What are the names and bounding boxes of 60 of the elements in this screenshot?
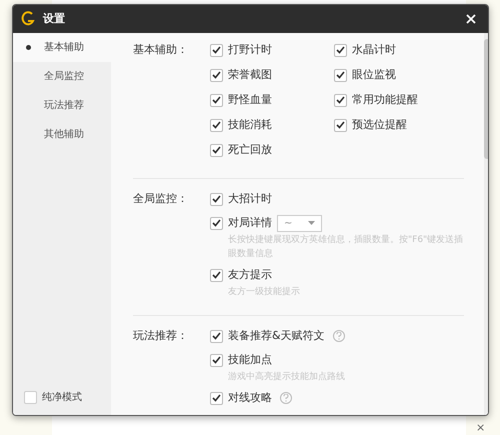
option-label: 对局详情 xyxy=(228,214,272,231)
checkmark-icon xyxy=(212,394,221,402)
checkmark-icon xyxy=(212,356,221,364)
window-title: 设置 xyxy=(43,10,65,27)
option-label: 装备推荐&天赋符文 xyxy=(228,328,325,344)
checkmark-icon xyxy=(336,71,345,79)
close-icon[interactable] xyxy=(466,14,476,24)
option-label: 眼位监视 xyxy=(352,66,396,83)
checkmark-icon xyxy=(212,219,221,227)
section-title: 基本辅助： xyxy=(133,42,189,58)
checkbox[interactable] xyxy=(210,216,223,230)
caret-icon xyxy=(308,221,315,225)
checkbox[interactable] xyxy=(210,392,223,404)
bullet-icon xyxy=(26,45,31,50)
checkbox[interactable] xyxy=(210,354,223,366)
option-label: 水晶计时 xyxy=(352,42,396,58)
checkmark-icon xyxy=(212,146,221,154)
option-label: 友方提示 xyxy=(228,266,272,283)
checkbox[interactable] xyxy=(334,94,347,106)
section-title: 玩法推荐： xyxy=(133,328,189,344)
section-title: 全局监控： xyxy=(133,190,189,207)
checkbox[interactable] xyxy=(334,44,347,56)
checkmark-icon xyxy=(212,121,221,129)
option-label: 技能加点 xyxy=(228,352,272,368)
checkmark-icon xyxy=(212,271,221,279)
checkmark-icon xyxy=(336,46,345,54)
checkmark-icon xyxy=(212,332,221,340)
checkbox[interactable] xyxy=(210,268,223,282)
checkmark-icon xyxy=(212,46,221,54)
sidebar-item[interactable]: 全局监控 xyxy=(13,62,111,91)
close-glyph[interactable]: × xyxy=(476,421,486,435)
option-label: 死亡回放 xyxy=(228,142,272,158)
checkmark-icon xyxy=(336,121,345,129)
sidebar-item[interactable]: 玩法推荐 xyxy=(13,91,111,120)
checkbox[interactable] xyxy=(210,68,223,82)
checkmark-icon xyxy=(212,71,221,79)
option-label: 大招计时 xyxy=(228,190,272,207)
checkmark-icon xyxy=(336,96,345,104)
checkbox[interactable] xyxy=(334,118,347,132)
option-label: 技能消耗 xyxy=(228,116,272,133)
checkbox[interactable] xyxy=(210,94,223,106)
checkbox[interactable] xyxy=(210,144,223,156)
checkbox[interactable] xyxy=(210,118,223,132)
checkbox[interactable] xyxy=(210,330,223,342)
checkbox[interactable] xyxy=(334,68,347,82)
option-label: 常用功能提醒 xyxy=(352,92,418,108)
option-label: 打野计时 xyxy=(228,42,272,58)
checkbox[interactable] xyxy=(210,192,223,206)
checkbox[interactable] xyxy=(210,44,223,56)
logo-icon xyxy=(21,11,35,27)
checkmark-icon xyxy=(212,96,221,104)
checkbox[interactable] xyxy=(24,391,37,404)
sidebar-item[interactable]: 基本辅助 xyxy=(13,33,111,62)
sidebar-item[interactable]: 其他辅助 xyxy=(13,120,111,149)
pure-mode-label: 纯净模式 xyxy=(42,390,82,405)
checkmark-icon xyxy=(212,195,221,203)
option-label: 预选位提醒 xyxy=(352,116,407,133)
option-label: 野怪血量 xyxy=(228,92,272,108)
option-label: 对线攻略 xyxy=(228,390,272,406)
option-label: 荣誉截图 xyxy=(228,66,272,83)
